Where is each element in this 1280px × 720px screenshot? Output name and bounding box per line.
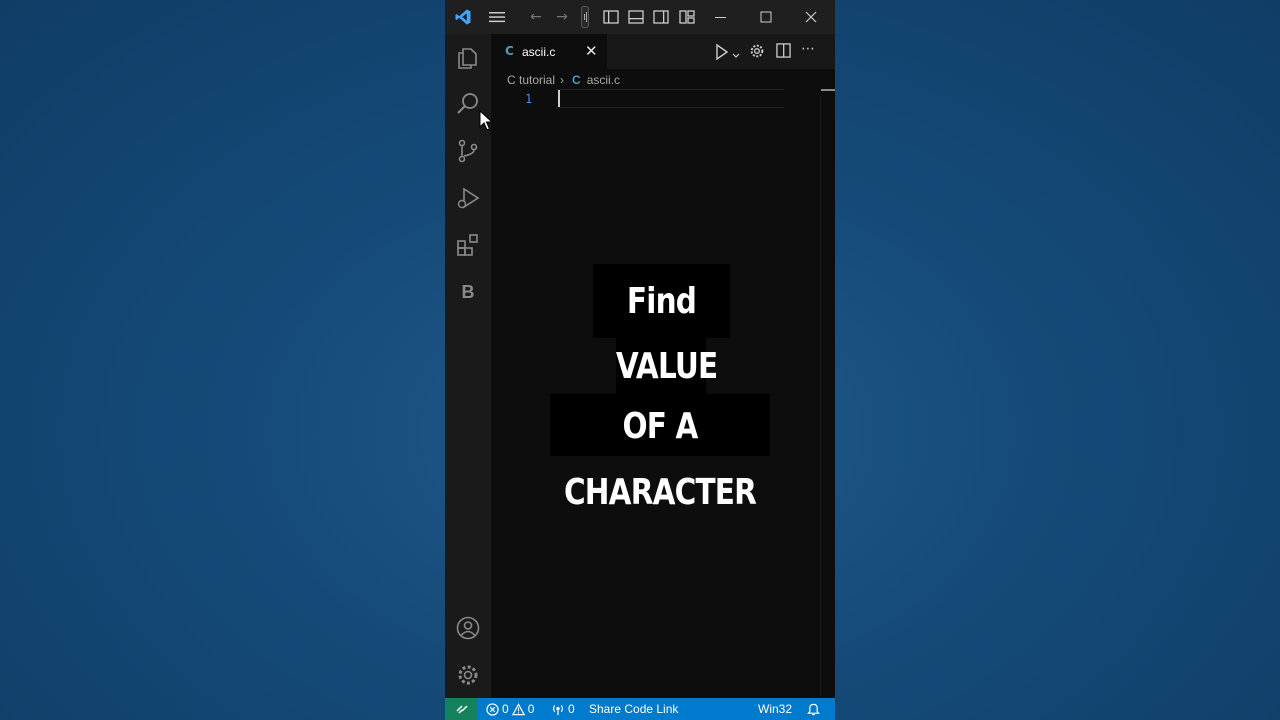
editor-tabs: C ascii.c ✕ ⋯ <box>491 34 835 70</box>
mouse-pointer-icon <box>479 109 494 132</box>
remote-icon <box>455 705 468 714</box>
search-bar-fragment[interactable] <box>579 6 591 28</box>
back-arrow-icon[interactable]: ← <box>526 7 546 27</box>
code-editor[interactable] <box>491 88 835 698</box>
warning-count: 0 <box>527 702 535 716</box>
text-cursor <box>558 90 560 107</box>
platform-indicator[interactable]: Win32 <box>758 702 792 716</box>
split-editor-icon[interactable] <box>776 43 792 59</box>
minimize-icon[interactable] <box>711 7 731 27</box>
ports-count: 0 <box>568 702 575 716</box>
run-dropdown-icon[interactable] <box>731 46 741 58</box>
line-number: 1 <box>525 92 533 106</box>
explorer-icon[interactable] <box>456 45 480 69</box>
toggle-sidebar-icon[interactable] <box>601 7 621 27</box>
breadcrumb-folder[interactable]: C tutorial <box>507 73 555 87</box>
editor-ruler <box>820 96 821 696</box>
platform-label: Win32 <box>758 702 793 716</box>
breadcrumb-separator-icon: › <box>560 73 565 87</box>
customize-layout-icon[interactable] <box>677 7 697 27</box>
share-code-link-button[interactable]: Share Code Link <box>589 702 678 716</box>
menu-icon[interactable] <box>487 7 507 27</box>
settings-gear-icon[interactable] <box>749 43 767 61</box>
c-file-icon: C <box>505 44 514 58</box>
broadcast-icon <box>553 704 563 715</box>
problems-indicator[interactable]: 0 0 <box>486 702 534 716</box>
overview-ruler-mark <box>821 89 835 91</box>
remote-indicator[interactable] <box>445 698 478 720</box>
run-debug-icon[interactable] <box>456 186 480 210</box>
more-icon[interactable]: ⋯ <box>801 41 815 57</box>
breadcrumb-file[interactable]: ascii.c <box>587 73 620 87</box>
error-icon <box>486 702 499 716</box>
toggle-secondary-sidebar-icon[interactable] <box>651 7 671 27</box>
c-file-icon: C <box>572 73 581 87</box>
run-icon[interactable] <box>712 42 732 62</box>
breadcrumb: C tutorial › C ascii.c <box>507 72 620 88</box>
source-control-icon[interactable] <box>456 139 480 163</box>
activity-extra-b-icon[interactable]: B <box>456 280 480 304</box>
tab-close-icon[interactable]: ✕ <box>585 42 598 60</box>
extensions-icon[interactable] <box>456 233 480 257</box>
toggle-panel-icon[interactable] <box>626 7 646 27</box>
accounts-icon[interactable] <box>456 616 480 640</box>
manage-gear-icon[interactable] <box>456 663 480 687</box>
ports-indicator[interactable]: 0 <box>551 702 575 716</box>
current-line-highlight <box>556 89 784 108</box>
maximize-icon[interactable] <box>756 7 776 27</box>
activity-bar: B <box>445 34 491 698</box>
status-bar: 0 0 0 Share Code Link Win32 <box>445 698 835 720</box>
share-code-link-label: Share Code Link <box>589 702 679 716</box>
error-count: 0 <box>502 702 509 716</box>
forward-arrow-icon[interactable]: → <box>552 7 572 27</box>
vscode-logo-icon <box>453 7 473 27</box>
vscode-window: ← → B C ascii.c ✕ ⋯ C tutorial › C ascii… <box>445 0 835 720</box>
tab-ascii-c[interactable]: C ascii.c ✕ <box>491 34 607 70</box>
notifications-bell-icon[interactable] <box>807 702 820 716</box>
title-bar: ← → <box>445 0 835 34</box>
warning-icon <box>511 702 525 715</box>
search-icon[interactable] <box>456 92 480 116</box>
tab-label: ascii.c <box>522 45 556 59</box>
close-icon[interactable] <box>801 7 821 27</box>
